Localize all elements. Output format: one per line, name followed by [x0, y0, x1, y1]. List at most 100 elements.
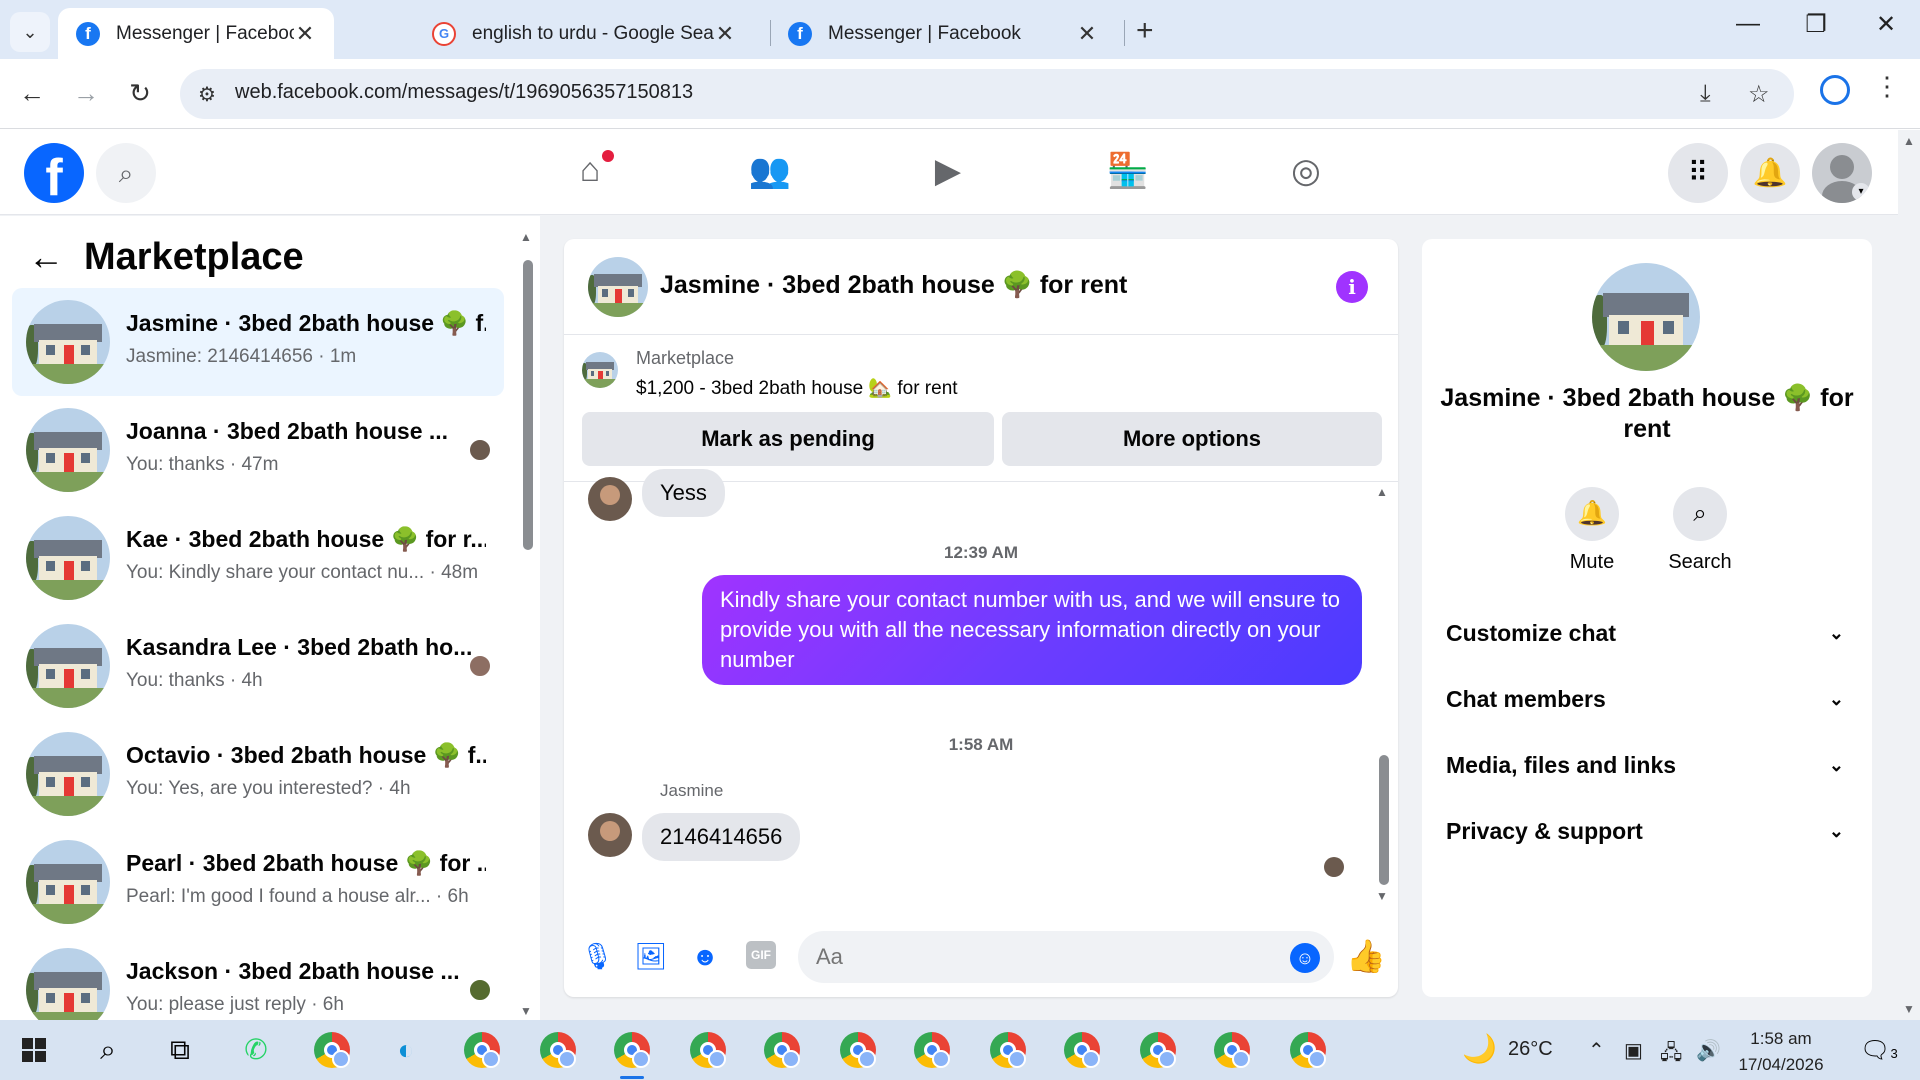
conversation-item[interactable]: Jackson · 3bed 2bath house ... You: plea… — [12, 936, 504, 1020]
site-info-icon[interactable]: ⚙ — [198, 82, 216, 107]
new-tab-icon[interactable]: + — [1136, 14, 1154, 48]
clock-time: 1:58 am — [1750, 1029, 1812, 1048]
forward-icon[interactable]: → — [68, 75, 104, 111]
scroll-up-icon[interactable]: ▲ — [520, 230, 532, 244]
scrollbar-thumb[interactable] — [1379, 755, 1389, 885]
listing-title[interactable]: $1,200 - 3bed 2bath house 🏡 for rent — [636, 376, 958, 400]
conversation-item[interactable]: Pearl · 3bed 2bath house 🌳 for ... Pearl… — [12, 828, 504, 936]
back-icon[interactable]: ← — [14, 75, 50, 111]
marketplace-icon[interactable]: 🏪 — [1098, 151, 1158, 195]
facebook-logo-icon[interactable]: f — [24, 143, 84, 203]
conversation-item[interactable]: Joanna · 3bed 2bath house ... You: thank… — [12, 396, 504, 504]
chrome-icon[interactable] — [614, 1032, 650, 1079]
browser-tab-messenger-2[interactable]: f Messenger | Facebook ✕ — [770, 8, 1116, 59]
task-view-icon[interactable]: ⧉ — [160, 1030, 200, 1070]
restore-icon[interactable]: ❐ — [1796, 10, 1836, 39]
groups-icon[interactable]: ◎ — [1276, 151, 1336, 195]
message-input[interactable] — [798, 931, 1334, 983]
mark-as-pending-button[interactable]: Mark as pending — [582, 412, 994, 466]
close-tab-icon[interactable]: ✕ — [294, 21, 316, 47]
friends-icon[interactable]: 👥 — [740, 151, 800, 195]
search-conversation-button[interactable]: ⌕ Search — [1650, 487, 1750, 574]
mute-button[interactable]: 🔔 Mute — [1542, 487, 1642, 574]
contact-avatar[interactable] — [588, 813, 632, 857]
conversation-item[interactable]: Octavio · 3bed 2bath house 🌳 f... You: Y… — [12, 720, 504, 828]
customize-chat-section[interactable]: Customize chat ⌄ — [1446, 611, 1850, 655]
thumbs-up-icon[interactable]: 👍 — [1346, 937, 1386, 975]
weather-temperature[interactable]: 26°C — [1508, 1038, 1553, 1061]
account-avatar[interactable]: ▾ — [1812, 143, 1872, 203]
conversation-item[interactable]: Kae · 3bed 2bath house 🌳 for r... You: K… — [12, 504, 504, 612]
scrollbar-thumb[interactable] — [523, 260, 533, 550]
scroll-up-icon[interactable]: ▲ — [1903, 134, 1915, 148]
media-files-links-section[interactable]: Media, files and links ⌄ — [1446, 743, 1850, 787]
listing-thumbnail — [26, 840, 110, 924]
minimize-icon[interactable]: — — [1728, 10, 1768, 38]
back-arrow-icon[interactable]: ← — [28, 236, 64, 278]
taskbar-clock[interactable]: 1:58 am 17/04/2026 — [1736, 1026, 1826, 1078]
scroll-up-icon[interactable]: ▲ — [1376, 485, 1388, 499]
conversation-item[interactable]: Kasandra Lee · 3bed 2bath ho... You: tha… — [12, 612, 504, 720]
weather-moon-icon[interactable]: 🌙 — [1462, 1032, 1497, 1065]
message-scrollbar[interactable]: ▲ ▼ — [1376, 485, 1390, 905]
show-hidden-icons-icon[interactable]: ⌃ — [1588, 1038, 1605, 1063]
search-icon[interactable]: ⌕ — [88, 1030, 128, 1070]
video-icon[interactable]: ▶ — [918, 151, 978, 195]
close-tab-icon[interactable]: ✕ — [1076, 21, 1098, 47]
windows-start-icon[interactable] — [22, 1038, 46, 1062]
chrome-icon[interactable] — [314, 1032, 350, 1068]
reload-icon[interactable]: ↻ — [122, 75, 158, 111]
tab-search-dropdown-icon[interactable]: ⌄ — [10, 12, 50, 52]
contact-avatar[interactable] — [588, 477, 632, 521]
chrome-icon[interactable] — [1140, 1032, 1176, 1068]
details-listing-thumbnail[interactable] — [1592, 263, 1700, 371]
emoji-icon[interactable]: ☺ — [1290, 943, 1320, 973]
close-window-icon[interactable]: ✕ — [1866, 10, 1906, 39]
chrome-icon[interactable] — [464, 1032, 500, 1068]
close-tab-icon[interactable]: ✕ — [714, 21, 736, 47]
chrome-icon[interactable] — [1290, 1032, 1326, 1068]
privacy-support-section[interactable]: Privacy & support ⌄ — [1446, 809, 1850, 853]
scroll-down-icon[interactable]: ▼ — [1903, 1002, 1915, 1016]
sticker-icon[interactable]: ☻ — [688, 939, 722, 973]
chat-title[interactable]: Jasmine · 3bed 2bath house 🌳 for rent — [660, 271, 1127, 300]
microphone-icon[interactable]: 🎙 — [580, 939, 614, 973]
volume-icon[interactable]: 🔊 — [1696, 1038, 1721, 1063]
browser-tab-google[interactable]: G english to urdu - Google Search ✕ — [414, 8, 754, 59]
gif-icon[interactable]: GIF — [746, 941, 776, 969]
scroll-down-icon[interactable]: ▼ — [1376, 889, 1388, 903]
conversation-preview: You: Yes, are you interested? · 4h — [126, 778, 411, 799]
more-options-button[interactable]: More options — [1002, 412, 1382, 466]
notifications-bell-icon[interactable]: 🔔 — [1740, 143, 1800, 203]
chat-members-section[interactable]: Chat members ⌄ — [1446, 677, 1850, 721]
network-icon[interactable]: 🖧 — [1660, 1038, 1682, 1072]
conversation-item[interactable]: Jasmine · 3bed 2bath house 🌳 f... Jasmin… — [12, 288, 504, 396]
info-icon[interactable]: i — [1336, 271, 1368, 303]
chrome-icon[interactable] — [764, 1032, 800, 1068]
chrome-icon[interactable] — [990, 1032, 1026, 1068]
chrome-icon[interactable] — [840, 1032, 876, 1068]
chrome-profile-icon[interactable] — [1820, 75, 1850, 105]
browser-tab-messenger[interactable]: f Messenger | Facebook ✕ — [58, 8, 334, 59]
chat-listing-thumbnail[interactable] — [588, 257, 648, 317]
scroll-down-icon[interactable]: ▼ — [520, 1004, 532, 1018]
chrome-icon[interactable] — [540, 1032, 576, 1068]
search-icon[interactable]: ⌕ — [96, 143, 156, 203]
chrome-icon[interactable] — [1064, 1032, 1100, 1068]
whatsapp-icon[interactable]: ✆ — [236, 1030, 276, 1070]
url-text[interactable]: web.facebook.com/messages/t/196905635715… — [235, 81, 693, 104]
page-scrollbar[interactable]: ▲ ▼ — [1898, 130, 1920, 1020]
conversation-list-scrollbar[interactable]: ▲ ▼ — [520, 230, 534, 1020]
chrome-menu-icon[interactable]: ⋮ — [1874, 71, 1900, 102]
address-bar[interactable]: ⚙ web.facebook.com/messages/t/1969056357… — [180, 69, 1794, 119]
chrome-icon[interactable] — [914, 1032, 950, 1068]
bookmark-star-icon[interactable]: ☆ — [1748, 80, 1770, 109]
notification-center-icon[interactable]: 🗨3 — [1860, 1036, 1898, 1065]
edge-icon[interactable]: ◐ — [386, 1030, 426, 1070]
install-app-icon[interactable]: ⤓ — [1700, 80, 1711, 108]
attach-photo-icon[interactable]: 🖼 — [634, 939, 668, 973]
chrome-icon[interactable] — [1214, 1032, 1250, 1068]
chrome-icon[interactable] — [690, 1032, 726, 1068]
meet-now-icon[interactable]: ▣ — [1624, 1038, 1643, 1063]
menu-grid-icon[interactable]: ⠿ — [1668, 143, 1728, 203]
